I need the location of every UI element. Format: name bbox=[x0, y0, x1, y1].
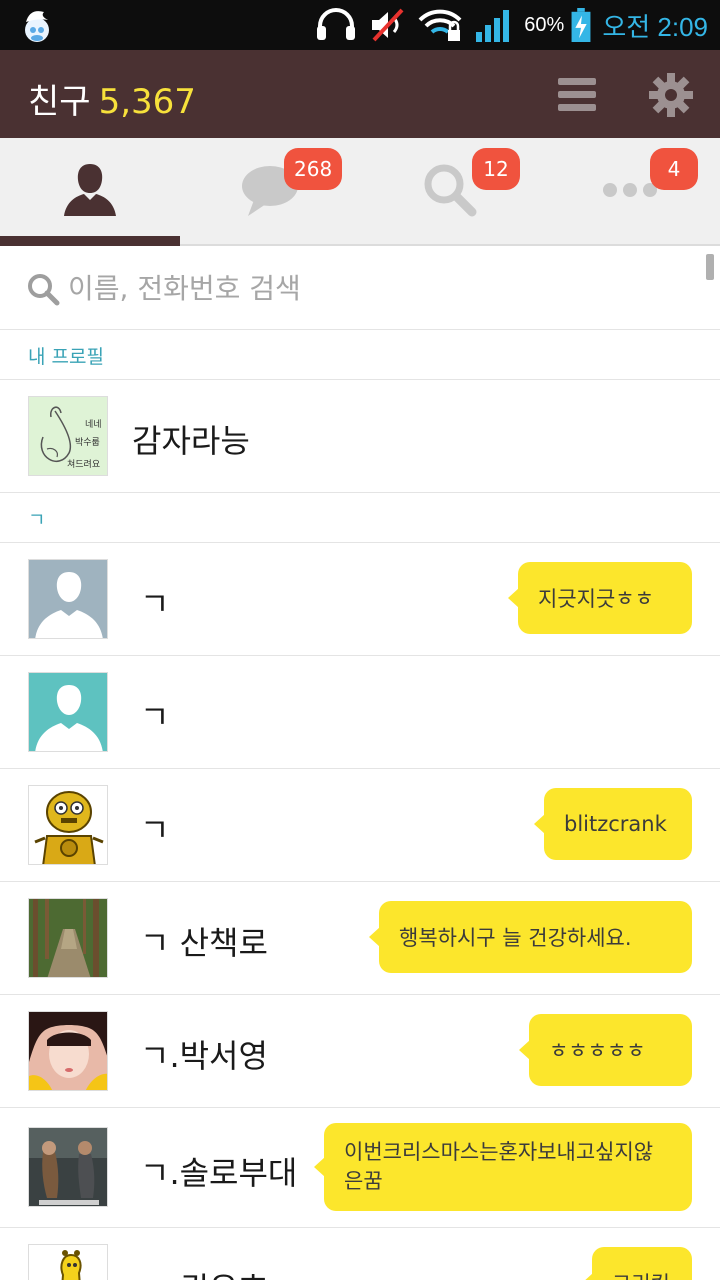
tab-chats[interactable]: 268 bbox=[180, 138, 360, 244]
avatar bbox=[28, 559, 108, 639]
status-message-bubble: ㅎㅎㅎㅎㅎ bbox=[519, 1014, 692, 1086]
game-cover-image bbox=[29, 1128, 107, 1206]
wifi-lock-icon bbox=[418, 9, 462, 41]
status-message-bubble: blitzcrank bbox=[534, 788, 692, 860]
search-icon bbox=[28, 274, 60, 306]
avatar bbox=[28, 1011, 108, 1091]
smurf-app-icon bbox=[25, 11, 49, 42]
default-avatar-icon bbox=[35, 685, 103, 751]
friend-row[interactable]: ㄱ 지긋지긋ㅎㅎ bbox=[0, 543, 720, 656]
mute-icon bbox=[372, 8, 404, 42]
friend-name: ㄱ bbox=[140, 585, 170, 623]
page-title-label: 친구 bbox=[28, 82, 91, 122]
default-avatar-icon bbox=[35, 572, 103, 638]
status-message-bubble: 그리킹 bbox=[582, 1247, 692, 1280]
avatar bbox=[28, 898, 108, 978]
avatar bbox=[28, 1127, 108, 1207]
robot-image bbox=[34, 791, 104, 864]
person-icon bbox=[64, 164, 116, 216]
headphones-icon bbox=[317, 8, 356, 40]
friend-name: ㄱ bbox=[140, 811, 170, 849]
tab-friends[interactable] bbox=[0, 138, 180, 246]
status-message-bubble: 행복하시구 늘 건강하세요. bbox=[369, 901, 692, 973]
avatar bbox=[28, 785, 108, 865]
friend-name: ㄱ 산책로 bbox=[140, 924, 268, 962]
section-header-giyeok: ㄱ bbox=[0, 493, 720, 543]
search-icon bbox=[424, 164, 477, 217]
friend-row[interactable]: ㄱ 산책로 행복하시구 늘 건강하세요. bbox=[0, 882, 720, 995]
page-title: 친구 5,367 bbox=[28, 74, 196, 123]
search-input[interactable] bbox=[68, 262, 668, 314]
section-label: ㄱ bbox=[28, 509, 46, 531]
section-label: 내 프로필 bbox=[28, 346, 104, 368]
settings-button[interactable] bbox=[648, 72, 694, 118]
active-tab-indicator bbox=[0, 236, 180, 246]
section-header-my-profile: 내 프로필 bbox=[0, 330, 720, 380]
my-profile-name: 감자라능 bbox=[132, 422, 250, 460]
friend-name: ㄱ.솔로부대 bbox=[140, 1154, 298, 1192]
avatar-text: 쳐드려요 bbox=[67, 458, 100, 470]
avatar: 네네 박수룹 쳐드려요 bbox=[28, 396, 108, 476]
avatar bbox=[28, 1244, 108, 1280]
friend-row[interactable]: ㄱ bbox=[0, 656, 720, 769]
forest-path-image bbox=[29, 899, 107, 977]
avatar bbox=[28, 672, 108, 752]
more-badge: 4 bbox=[650, 148, 698, 190]
clock: 오전 2:09 bbox=[602, 11, 708, 42]
app-header: 친구 5,367 bbox=[0, 50, 720, 138]
friend-name: ㄱ.박서영 bbox=[140, 1037, 268, 1075]
tab-bar: 268 12 4 bbox=[0, 138, 720, 246]
avatar-text: 네네 bbox=[85, 419, 102, 430]
tab-more[interactable]: 4 bbox=[540, 138, 720, 244]
avatar-text: 박수룹 bbox=[75, 437, 100, 448]
battery-percent: 60% bbox=[524, 13, 565, 36]
friend-row[interactable]: ㄱ.솔로부대 이번크리스마스는혼자보내고싶지않은꿈 bbox=[0, 1108, 720, 1228]
tab-search[interactable]: 12 bbox=[360, 138, 540, 244]
chats-badge: 268 bbox=[284, 148, 343, 190]
friend-row[interactable]: ㄱ.박서영 ㅎㅎㅎㅎㅎ bbox=[0, 995, 720, 1108]
friend-row[interactable]: ㄱ blitzcrank bbox=[0, 769, 720, 882]
my-profile-row[interactable]: 네네 박수룹 쳐드려요 감자라능 bbox=[0, 380, 720, 493]
menu-button[interactable] bbox=[556, 74, 598, 116]
status-message-bubble: 지긋지긋ㅎㅎ bbox=[508, 562, 692, 634]
search-bar bbox=[0, 246, 720, 330]
status-bar: 60% 오전 2:09 bbox=[0, 0, 720, 50]
status-message-bubble: 이번크리스마스는혼자보내고싶지않은꿈 bbox=[314, 1123, 692, 1211]
battery-charging-icon bbox=[571, 8, 591, 42]
person-photo-image bbox=[29, 1012, 107, 1090]
friend-count: 5,367 bbox=[98, 82, 196, 122]
friend-name: ㄱ bbox=[140, 698, 170, 736]
signal-icon bbox=[476, 10, 510, 42]
giraffe-image bbox=[60, 1250, 82, 1280]
scrollbar[interactable] bbox=[706, 254, 714, 280]
profile-drawing-image: 네네 박수룹 쳐드려요 bbox=[40, 406, 102, 470]
friend-name: ㄱ.권유호 bbox=[140, 1264, 268, 1280]
search-badge: 12 bbox=[472, 148, 520, 190]
friend-row[interactable]: ㄱ.권유호 그리킹 bbox=[0, 1228, 720, 1280]
